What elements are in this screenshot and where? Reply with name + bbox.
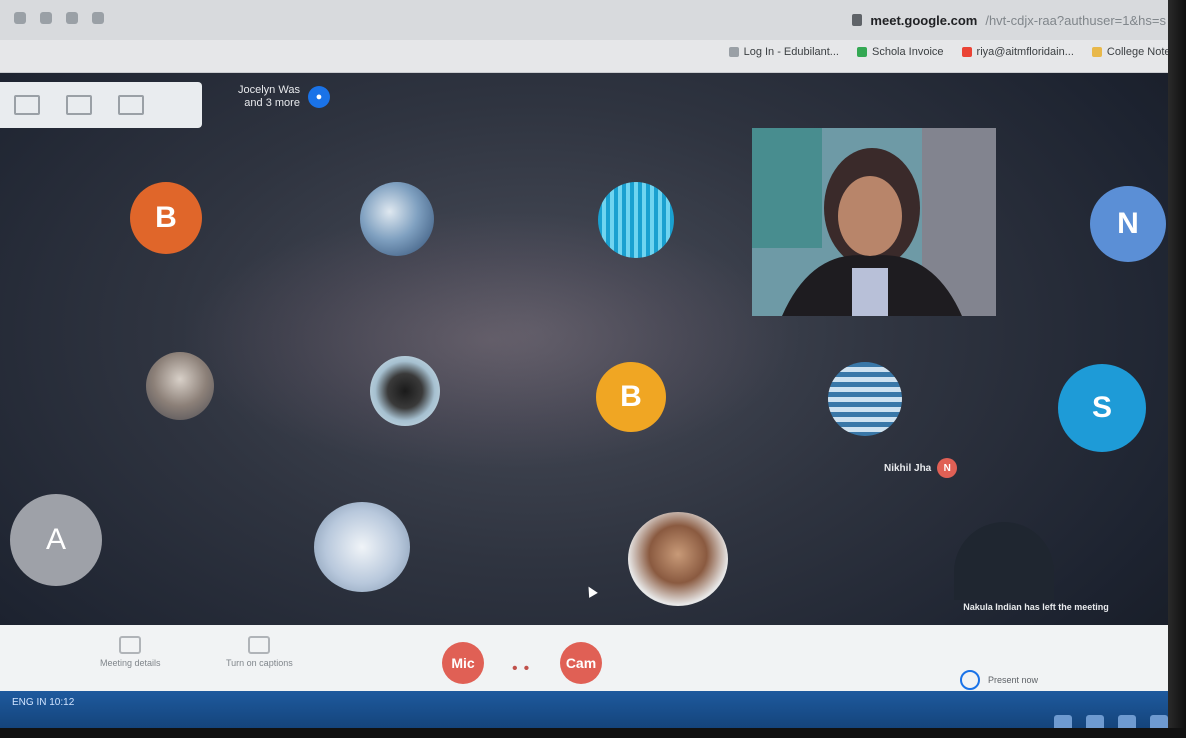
captions-button[interactable]: Turn on captions bbox=[226, 636, 293, 668]
participant-initial: N bbox=[937, 458, 958, 478]
sidebar-layout-icon[interactable] bbox=[118, 95, 144, 115]
monitor-bezel bbox=[1168, 0, 1186, 738]
pin-icon[interactable]: ● bbox=[307, 86, 330, 108]
left-meeting-notice: Nakula Indian has left the meeting bbox=[963, 602, 1109, 612]
present-now-button[interactable]: Present now bbox=[960, 670, 1038, 690]
participant-avatar: B bbox=[130, 182, 202, 254]
bookmark-label: College Notes bbox=[1106, 46, 1176, 58]
avatar-letter: N bbox=[1117, 207, 1139, 240]
bookmark-schola[interactable]: Schola Invoice bbox=[856, 46, 944, 58]
grid-layout-icon[interactable] bbox=[14, 95, 40, 115]
bookmark-college-notes[interactable]: College Notes bbox=[1091, 46, 1176, 58]
control-label: Meeting details bbox=[100, 658, 161, 668]
camera-button[interactable]: Cam bbox=[560, 642, 602, 684]
meeting-details-button[interactable]: Meeting details bbox=[100, 636, 161, 668]
participant-avatar: A bbox=[10, 494, 102, 586]
active-speaker-video bbox=[752, 128, 996, 316]
avatar-letter: B bbox=[155, 201, 177, 234]
participant-avatar: B bbox=[596, 362, 666, 432]
bookmark-gmail[interactable]: riya@aitmfloridain... bbox=[961, 46, 1074, 58]
tab-icon[interactable] bbox=[66, 12, 78, 24]
participant-photo bbox=[628, 512, 728, 606]
bookmark-icon bbox=[856, 47, 867, 57]
presenter-indicator: Jocelyn Was and 3 more ● bbox=[238, 84, 330, 110]
video-feed bbox=[752, 128, 996, 316]
control-label: Turn on captions bbox=[226, 658, 293, 668]
present-icon bbox=[960, 670, 980, 690]
layout-panel bbox=[0, 82, 202, 128]
avatar-letter: B bbox=[620, 380, 642, 413]
info-icon bbox=[119, 636, 142, 654]
camera-off-icon: Cam bbox=[565, 655, 597, 671]
participant-avatar: N bbox=[1090, 186, 1166, 262]
mic-button[interactable]: Mic bbox=[442, 642, 484, 684]
avatar-letter: A bbox=[45, 523, 66, 556]
avatar-letter: S bbox=[1091, 391, 1112, 424]
participant-avatar: S bbox=[1058, 364, 1146, 452]
control-label: Present now bbox=[988, 675, 1039, 685]
participant-photo bbox=[598, 182, 674, 258]
tab-icon[interactable] bbox=[40, 12, 52, 24]
presenter-name: Jocelyn Was bbox=[238, 84, 300, 96]
bookmarks-bar: Log In - Edubilant... Schola Invoice riy… bbox=[0, 40, 1186, 73]
bookmark-label: Schola Invoice bbox=[871, 46, 944, 58]
participant-photo bbox=[146, 352, 214, 420]
participant-photo bbox=[828, 362, 902, 436]
tile-layout-icon[interactable] bbox=[66, 95, 92, 115]
participant-photo bbox=[314, 502, 410, 592]
tab-strip bbox=[14, 12, 104, 24]
bookmark-label: Log In - Edubilant... bbox=[743, 46, 839, 58]
presenter-more: and 3 more bbox=[244, 97, 300, 109]
tab-icon[interactable] bbox=[14, 12, 26, 24]
more-options-icon[interactable]: •• bbox=[512, 660, 535, 678]
url-path: /hvt-cdjx-raa?authuser=1&hs=s bbox=[985, 12, 1166, 28]
system-tray: ENG IN 10:12 bbox=[12, 697, 75, 708]
tab-icon[interactable] bbox=[92, 12, 104, 24]
cc-icon bbox=[248, 636, 271, 654]
bookmark-edubilant[interactable]: Log In - Edubilant... bbox=[728, 46, 839, 58]
address-bar[interactable]: meet.google.com/hvt-cdjx-raa?authuser=1&… bbox=[852, 8, 1166, 32]
participant-photo bbox=[370, 356, 440, 426]
monitor-bezel-bottom bbox=[0, 728, 1186, 738]
mic-off-icon: Mic bbox=[451, 655, 475, 671]
participant-name-tag: Nikhil Jha N bbox=[884, 458, 958, 478]
gmail-icon bbox=[961, 47, 972, 57]
folder-icon bbox=[1091, 47, 1102, 57]
bookmark-label: riya@aitmfloridain... bbox=[976, 46, 1074, 58]
lock-icon bbox=[852, 14, 863, 26]
participant-photo bbox=[360, 182, 434, 256]
screen-glare bbox=[180, 210, 800, 470]
bookmark-icon bbox=[728, 47, 739, 57]
url-host: meet.google.com bbox=[870, 12, 978, 28]
browser-tab-bar: meet.google.com/hvt-cdjx-raa?authuser=1&… bbox=[0, 0, 1186, 40]
participant-name: Nikhil Jha bbox=[884, 462, 932, 474]
